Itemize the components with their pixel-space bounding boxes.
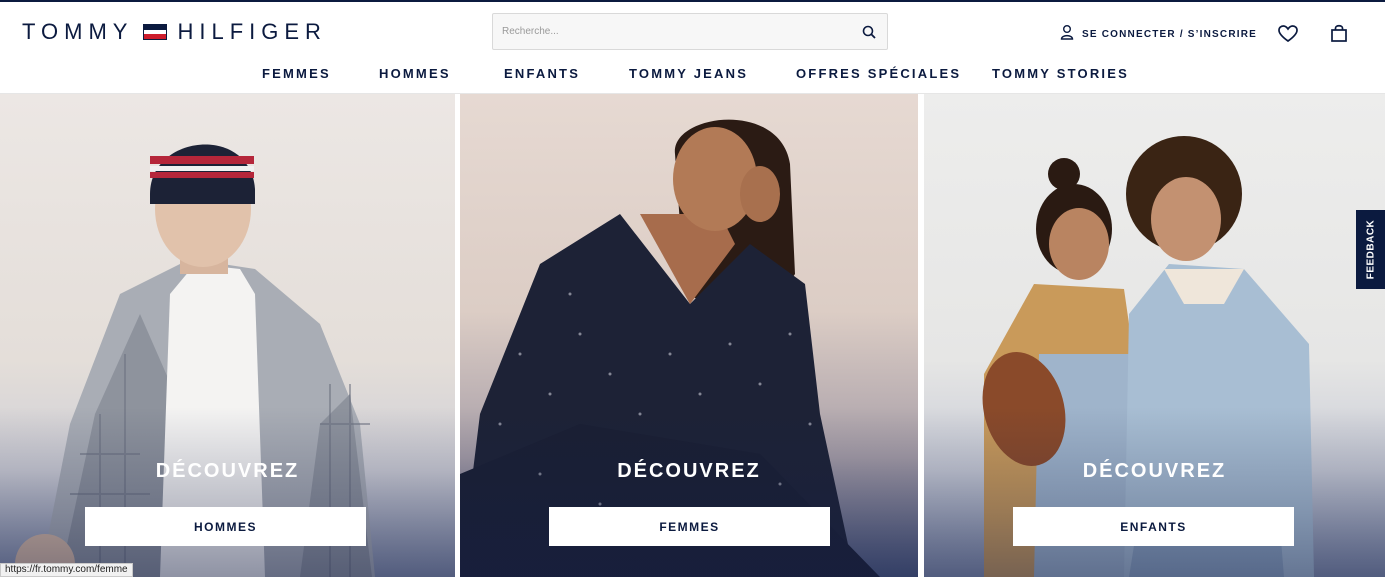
brand-logo[interactable]: TOMMY HILFIGER xyxy=(22,18,327,46)
account-link[interactable]: SE CONNECTER / S’INSCRIRE xyxy=(1060,24,1257,45)
nav-enfants[interactable]: ENFANTS xyxy=(504,66,580,81)
search-input[interactable] xyxy=(493,14,851,49)
discover-heading: DÉCOUVREZ xyxy=(617,460,761,482)
panel-shade xyxy=(924,407,1385,577)
category-panel-hommes[interactable]: DÉCOUVREZ HOMMES xyxy=(0,94,455,577)
feedback-tab[interactable]: FEEDBACK xyxy=(1356,210,1385,289)
shopping-bag-icon[interactable] xyxy=(1328,22,1350,44)
search-box xyxy=(492,13,888,50)
panel-shade xyxy=(0,407,455,577)
nav-offres-speciales[interactable]: OFFRES SPÉCIALES xyxy=(796,66,961,81)
category-panel-femmes[interactable]: DÉCOUVREZ FEMMES xyxy=(460,94,918,577)
cta-hommes-button[interactable]: HOMMES xyxy=(85,507,366,546)
nav-tommy-stories[interactable]: TOMMY STORIES xyxy=(992,66,1129,81)
heart-icon[interactable] xyxy=(1277,23,1299,45)
nav-femmes[interactable]: FEMMES xyxy=(262,66,331,81)
account-label: SE CONNECTER / S’INSCRIRE xyxy=(1082,29,1258,40)
cta-enfants-button[interactable]: ENFANTS xyxy=(1013,507,1294,546)
brand-right: HILFIGER xyxy=(177,19,327,44)
user-icon xyxy=(1060,24,1074,45)
nav-hommes[interactable]: HOMMES xyxy=(379,66,451,81)
flag-logo-icon xyxy=(143,24,168,40)
category-panel-enfants[interactable]: DÉCOUVREZ ENFANTS xyxy=(924,94,1385,577)
discover-heading: DÉCOUVREZ xyxy=(1082,460,1227,482)
main-navigation: FEMMES HOMMES ENFANTS TOMMY JEANS OFFRES… xyxy=(0,66,1385,88)
site-header: TOMMY HILFIGER SE CONNECTER / S’INSCRIRE… xyxy=(0,2,1385,94)
panel-shade xyxy=(460,407,918,577)
cta-femmes-button[interactable]: FEMMES xyxy=(549,507,830,546)
search-icon[interactable] xyxy=(851,14,887,49)
browser-status-url: https://fr.tommy.com/femme xyxy=(0,563,133,577)
nav-tommy-jeans[interactable]: TOMMY JEANS xyxy=(629,66,748,81)
brand-left: TOMMY xyxy=(22,19,134,44)
feedback-label: FEEDBACK xyxy=(1365,219,1376,280)
discover-heading: DÉCOUVREZ xyxy=(155,460,300,482)
